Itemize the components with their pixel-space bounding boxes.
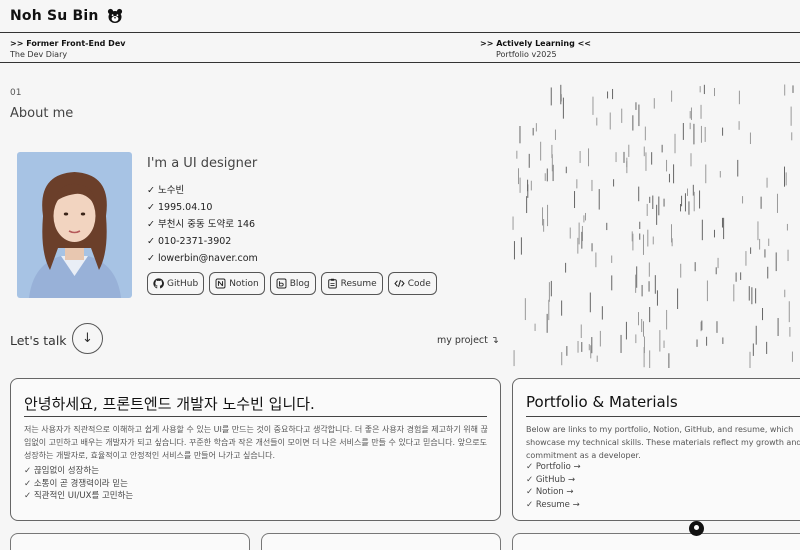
portfolio-card: Portfolio & Materials Below are links to… (512, 378, 800, 521)
floating-cursor-button[interactable] (689, 521, 704, 536)
link-buttons: GitHub Notion Blog Resume Code (147, 272, 437, 295)
info-address: ✓ 부천시 중동 도약로 146 (147, 219, 256, 230)
list-item: ✓ 소통이 곧 경쟁력이라 믿는 (24, 478, 128, 489)
learning-title: >> Actively Learning << (480, 39, 591, 48)
intro-card-list: ✓ 끊임없이 성장하는 ✓ 소통이 곧 경쟁력이라 믿는 ✓ 직관적인 UI/U… (24, 465, 133, 503)
github-link[interactable]: ✓ GitHub → (526, 474, 581, 487)
info-email: ✓ lowerbin@naver.com (147, 253, 258, 264)
notion-icon (215, 278, 226, 289)
clipboard-icon (327, 278, 337, 289)
portfolio-version: Portfolio v2025 (496, 50, 557, 59)
header-divider-bottom (0, 62, 800, 63)
next-card (261, 533, 501, 550)
scroll-down-button[interactable]: ↓ (72, 323, 103, 354)
notion-label: Notion (229, 278, 259, 289)
resume-link[interactable]: ✓ Resume → (526, 499, 581, 512)
intro-card-title: 안녕하세요, 프론트엔드 개발자 노수빈 입니다. (24, 395, 315, 413)
section-title: About me (10, 106, 74, 121)
brand[interactable]: Noh Su Bin (10, 8, 123, 24)
personal-info-list: ✓ 노수빈 ✓ 1995.04.10 ✓ 부천시 중동 도약로 146 ✓ 01… (147, 182, 258, 267)
info-phone: ✓ 010-2371-3902 (147, 236, 232, 247)
github-button[interactable]: GitHub (147, 272, 205, 295)
header-left-info: >> Former Front-End Dev The Dev Diary (10, 38, 125, 60)
portfolio-card-list: ✓ Portfolio → ✓ GitHub → ✓ Notion → ✓ Re… (526, 461, 581, 511)
info-name: ✓ 노수빈 (147, 185, 185, 196)
github-label: GitHub (167, 278, 199, 289)
profile-photo (17, 152, 132, 298)
github-icon (153, 278, 164, 289)
notion-link[interactable]: ✓ Notion → (526, 486, 581, 499)
intro-card-divider (24, 416, 487, 417)
code-icon (394, 279, 405, 288)
intro-card: 안녕하세요, 프론트엔드 개발자 노수빈 입니다. 저는 사용자가 직관적으로 … (10, 378, 501, 521)
blog-icon (276, 278, 287, 289)
brand-name: Noh Su Bin (10, 8, 99, 24)
info-birthdate: ✓ 1995.04.10 (147, 202, 213, 213)
blog-button[interactable]: Blog (269, 272, 316, 295)
my-project-link[interactable]: my project ↴ (437, 335, 499, 346)
list-item: ✓ 끊임없이 성장하는 (24, 466, 100, 476)
rain-animation-panel (512, 84, 794, 368)
portfolio-card-title: Portfolio & Materials (526, 393, 678, 411)
portfolio-card-divider (526, 416, 800, 417)
section-number: 01 (10, 88, 22, 98)
code-label: Code (407, 278, 431, 289)
resume-label: Resume (340, 278, 377, 289)
next-card (10, 533, 250, 550)
bear-face-icon (107, 8, 122, 23)
code-button[interactable]: Code (387, 272, 437, 295)
former-role-title: >> Former Front-End Dev (10, 39, 126, 48)
next-card (512, 533, 800, 550)
header-right-info: >> Actively Learning << Portfolio v2025 (480, 38, 591, 60)
blog-label: Blog (289, 278, 310, 289)
portfolio-card-body: Below are links to my portfolio, Notion,… (526, 425, 800, 460)
notion-button[interactable]: Notion (209, 272, 265, 295)
portfolio-link[interactable]: ✓ Portfolio → (526, 461, 581, 474)
dev-diary-subtitle: The Dev Diary (10, 50, 68, 59)
intro-card-body: 저는 사용자가 직관적으로 이해하고 쉽게 사용할 수 있는 UI를 만드는 것… (24, 425, 488, 460)
header-divider-top (0, 32, 800, 33)
list-item: ✓ 직관적인 UI/UX를 고민하는 (24, 491, 134, 501)
lets-talk-label: Let's talk (10, 333, 67, 348)
resume-button[interactable]: Resume (320, 272, 383, 295)
intro-heading: I'm a UI designer (147, 156, 258, 171)
